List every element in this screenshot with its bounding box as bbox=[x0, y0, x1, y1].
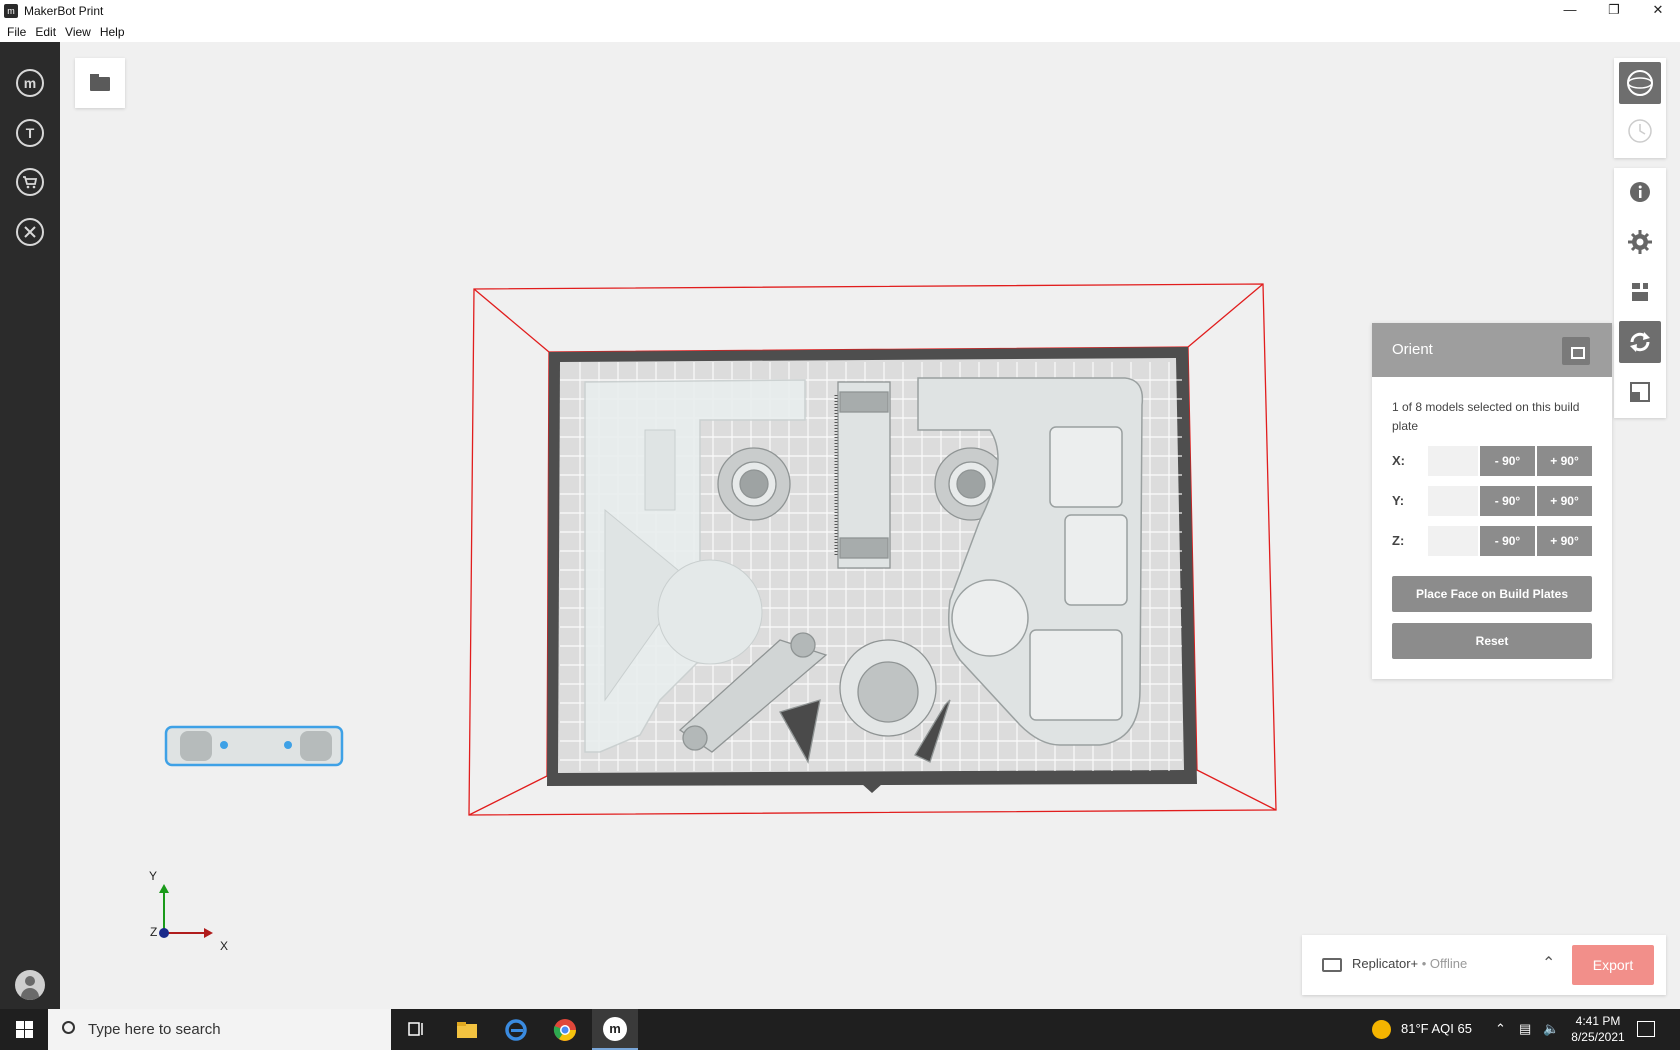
makerbot-taskbar-app[interactable]: m bbox=[592, 1009, 638, 1050]
settings-button[interactable] bbox=[1619, 221, 1661, 263]
axis-label: Y: bbox=[1392, 493, 1405, 508]
axis-y-label: Y bbox=[149, 869, 158, 883]
arrange-button[interactable] bbox=[1619, 271, 1661, 313]
globe-icon bbox=[1627, 70, 1653, 96]
notification-center-icon[interactable] bbox=[1637, 1021, 1655, 1037]
clock-date: 8/25/2021 bbox=[1571, 1030, 1625, 1044]
chevron-up-icon[interactable]: ⌃ bbox=[1542, 953, 1555, 973]
printer-selector[interactable]: Replicator+ • Offline bbox=[1352, 956, 1467, 971]
chrome-icon[interactable] bbox=[552, 1017, 578, 1043]
lock-icon[interactable] bbox=[1562, 337, 1590, 365]
selection-description: 1 of 8 models selected on this build pla… bbox=[1392, 400, 1580, 433]
z-rotation-field[interactable] bbox=[1428, 526, 1478, 556]
printer-status: • Offline bbox=[1421, 956, 1468, 971]
volume-icon[interactable]: 🔈 bbox=[1543, 1021, 1559, 1037]
network-icon[interactable]: ▤ bbox=[1519, 1021, 1531, 1037]
rotate-icon bbox=[1630, 332, 1650, 352]
scale-button[interactable] bbox=[1619, 371, 1661, 413]
x-minus-90-button[interactable]: - 90° bbox=[1480, 446, 1535, 476]
axis-gizmo bbox=[159, 884, 213, 938]
view-mode-toolbar bbox=[1614, 58, 1666, 158]
export-button[interactable]: Export bbox=[1572, 945, 1654, 985]
windows-taskbar: Type here to search m 81°F AQI 65 ⌃ ▤ 🔈 … bbox=[0, 1009, 1680, 1050]
taskbar-search-box[interactable]: Type here to search bbox=[48, 1009, 391, 1050]
tray-chevron-up-icon[interactable]: ⌃ bbox=[1495, 1021, 1506, 1037]
model-view-button[interactable] bbox=[1619, 62, 1661, 104]
gear-icon bbox=[1628, 230, 1652, 254]
internet-explorer-icon[interactable] bbox=[503, 1017, 529, 1043]
search-placeholder: Type here to search bbox=[88, 1021, 221, 1038]
orient-row-x: X: - 90° + 90° bbox=[1392, 446, 1592, 476]
model-tools-toolbar bbox=[1614, 168, 1666, 418]
orient-panel-header: Orient bbox=[1372, 323, 1612, 377]
model-knob-left bbox=[717, 447, 791, 521]
place-face-button[interactable]: Place Face on Build Plates bbox=[1392, 576, 1592, 612]
axis-z-label: Z bbox=[150, 925, 158, 939]
printer-name: Replicator+ bbox=[1352, 956, 1419, 971]
makerbot-taskbar-icon: m bbox=[603, 1017, 627, 1041]
orient-panel: Orient 1 of 8 models selected on this bu… bbox=[1372, 323, 1612, 679]
file-explorer-icon[interactable] bbox=[454, 1017, 480, 1043]
axis-label: X: bbox=[1392, 453, 1405, 468]
scale-icon bbox=[1630, 382, 1650, 402]
windows-logo-icon bbox=[16, 1021, 24, 1029]
arrange-icon bbox=[1632, 283, 1648, 301]
model-rack bbox=[834, 381, 891, 569]
printer-icon bbox=[1322, 958, 1342, 972]
axis-label: Z: bbox=[1392, 533, 1405, 548]
y-minus-90-button[interactable]: - 90° bbox=[1480, 486, 1535, 516]
orient-row-z: Z: - 90° + 90° bbox=[1392, 526, 1592, 556]
orient-panel-title: Orient bbox=[1392, 341, 1433, 358]
z-minus-90-button[interactable]: - 90° bbox=[1480, 526, 1535, 556]
search-icon bbox=[62, 1021, 75, 1034]
clock-time: 4:41 PM bbox=[1575, 1014, 1621, 1028]
weather-text[interactable]: 81°F AQI 65 bbox=[1401, 1021, 1472, 1036]
selected-model-preview[interactable] bbox=[164, 725, 344, 767]
reset-button[interactable]: Reset bbox=[1392, 623, 1592, 659]
z-plus-90-button[interactable]: + 90° bbox=[1537, 526, 1592, 556]
y-plus-90-button[interactable]: + 90° bbox=[1537, 486, 1592, 516]
clock[interactable]: 4:41 PM 8/25/2021 bbox=[1562, 1013, 1634, 1045]
weather-sun-icon bbox=[1372, 1020, 1391, 1039]
orient-button[interactable] bbox=[1619, 321, 1661, 363]
x-plus-90-button[interactable]: + 90° bbox=[1537, 446, 1592, 476]
task-view-icon[interactable] bbox=[404, 1017, 430, 1043]
y-rotation-field[interactable] bbox=[1428, 486, 1478, 516]
print-preview-button[interactable] bbox=[1619, 110, 1661, 152]
orient-row-y: Y: - 90° + 90° bbox=[1392, 486, 1592, 516]
axis-x-label: X bbox=[220, 939, 229, 953]
info-button[interactable] bbox=[1619, 171, 1661, 213]
info-icon bbox=[1630, 182, 1650, 202]
printer-status-bar: Replicator+ • Offline ⌃ Export bbox=[1302, 935, 1666, 995]
x-rotation-field[interactable] bbox=[1428, 446, 1478, 476]
preview-clock-icon bbox=[1628, 119, 1652, 143]
windows-start-button[interactable] bbox=[0, 1009, 48, 1050]
